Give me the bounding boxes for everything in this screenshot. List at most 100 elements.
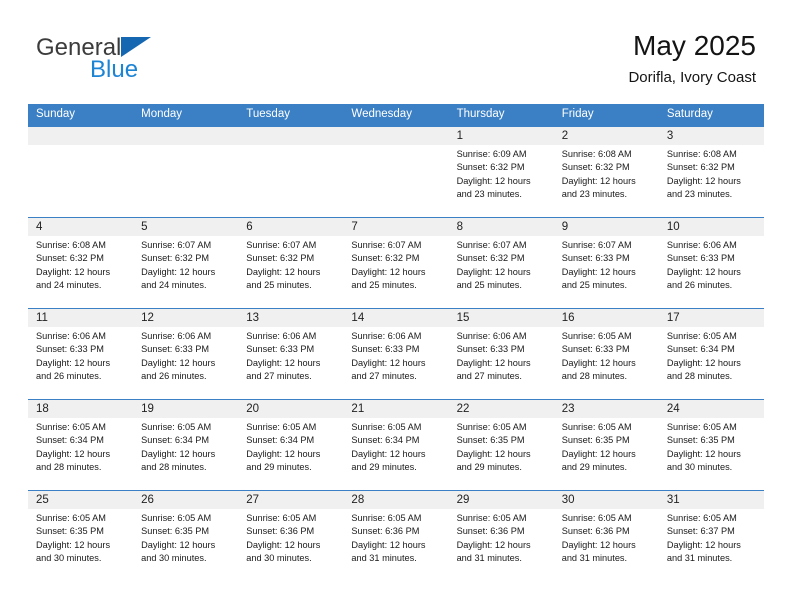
- calendar-day-cell[interactable]: 18 Sunrise: 6:05 AM Sunset: 6:34 PM Dayligh…: [28, 399, 134, 491]
- daylight-duration-line1: Daylight: 12 hours: [351, 266, 426, 277]
- daylight-duration-line2: and 30 minutes.: [141, 552, 207, 563]
- sunrise-time: Sunrise: 6:08 AM: [666, 149, 737, 159]
- daylight-duration-line1: Daylight: 12 hours: [666, 448, 741, 459]
- sunset-time: Sunset: 6:34 PM: [351, 435, 420, 446]
- daylight-duration-line1: Daylight: 12 hours: [351, 539, 426, 550]
- daylight-duration-line2: and 28 minutes.: [561, 370, 628, 381]
- day-number: [343, 127, 449, 145]
- triangle-logo-icon: [121, 37, 152, 57]
- day-number: 18: [28, 400, 134, 418]
- calendar-day-cell[interactable]: 3 Sunrise: 6:08 AM Sunset: 6:32 PM Daylight…: [658, 126, 764, 218]
- calendar-day-cell[interactable]: 1 Sunrise: 6:09 AM Sunset: 6:32 PM Daylight…: [448, 126, 554, 218]
- day-number: 30: [553, 491, 659, 509]
- calendar-day-cell[interactable]: 23 Sunrise: 6:05 AM Sunset: 6:35 PM Dayligh…: [553, 399, 659, 491]
- calendar-day-cell[interactable]: 4 Sunrise: 6:08 AM Sunset: 6:32 PM Daylight…: [28, 217, 134, 309]
- day-details: Sunrise: 6:06 AM Sunset: 6:33 PM Daylight:…: [449, 327, 554, 383]
- calendar-day-cell[interactable]: 6 Sunrise: 6:07 AM Sunset: 6:32 PM Daylight…: [238, 217, 344, 309]
- calendar-day-cell[interactable]: 5 Sunrise: 6:07 AM Sunset: 6:32 PM Daylight…: [133, 217, 239, 309]
- sunset-time: Sunset: 6:36 PM: [351, 526, 420, 537]
- calendar-week-row: 1 Sunrise: 6:09 AM Sunset: 6:32 PM Daylight…: [28, 126, 764, 218]
- calendar-day-cell[interactable]: 14 Sunrise: 6:06 AM Sunset: 6:33 PM Dayligh…: [343, 308, 449, 400]
- day-number: [133, 127, 239, 145]
- calendar-day-cell[interactable]: 19 Sunrise: 6:05 AM Sunset: 6:34 PM Dayligh…: [133, 399, 239, 491]
- day-details: Sunrise: 6:05 AM Sunset: 6:36 PM Daylight:…: [449, 509, 554, 565]
- day-details: Sunrise: 6:06 AM Sunset: 6:33 PM Daylight:…: [133, 327, 238, 383]
- day-number: 1: [448, 127, 554, 145]
- calendar-day-cell[interactable]: 24 Sunrise: 6:05 AM Sunset: 6:35 PM Dayligh…: [658, 399, 764, 491]
- sunset-time: Sunset: 6:35 PM: [456, 435, 525, 446]
- day-details: Sunrise: 6:05 AM Sunset: 6:37 PM Daylight:…: [659, 509, 764, 565]
- daylight-duration-line1: Daylight: 12 hours: [246, 357, 321, 368]
- daylight-duration-line2: and 24 minutes.: [36, 279, 102, 290]
- sunset-time: Sunset: 6:35 PM: [36, 526, 104, 537]
- sunrise-time: Sunrise: 6:05 AM: [666, 331, 737, 341]
- calendar-day-cell[interactable]: 13 Sunrise: 6:06 AM Sunset: 6:33 PM Dayligh…: [238, 308, 344, 400]
- calendar-day-cell[interactable]: 28 Sunrise: 6:05 AM Sunset: 6:36 PM Dayligh…: [343, 490, 449, 581]
- day-details: Sunrise: 6:08 AM Sunset: 6:32 PM Daylight:…: [554, 145, 659, 201]
- sunrise-time: Sunrise: 6:05 AM: [246, 513, 317, 523]
- daylight-duration-line2: and 23 minutes.: [666, 188, 733, 199]
- calendar-day-cell[interactable]: 12 Sunrise: 6:06 AM Sunset: 6:33 PM Dayligh…: [133, 308, 239, 400]
- day-number: 21: [343, 400, 449, 418]
- calendar-day-cell[interactable]: 17 Sunrise: 6:05 AM Sunset: 6:34 PM Dayligh…: [658, 308, 764, 400]
- calendar-day-cell-empty: [238, 126, 344, 218]
- daylight-duration-line2: and 28 minutes.: [666, 370, 733, 381]
- daylight-duration-line1: Daylight: 12 hours: [246, 448, 321, 459]
- daylight-duration-line2: and 28 minutes.: [36, 461, 102, 472]
- day-number: 4: [28, 218, 134, 236]
- daylight-duration-line2: and 25 minutes.: [351, 279, 417, 290]
- calendar-day-cell[interactable]: 26 Sunrise: 6:05 AM Sunset: 6:35 PM Dayligh…: [133, 490, 239, 581]
- calendar-day-cell[interactable]: 11 Sunrise: 6:06 AM Sunset: 6:33 PM Dayligh…: [28, 308, 134, 400]
- daylight-duration-line2: and 29 minutes.: [351, 461, 417, 472]
- calendar-day-cell[interactable]: 30 Sunrise: 6:05 AM Sunset: 6:36 PM Dayligh…: [553, 490, 659, 581]
- brand-logo[interactable]: General Blue: [36, 36, 276, 82]
- sunrise-time: Sunrise: 6:05 AM: [141, 422, 212, 432]
- calendar-day-cell[interactable]: 21 Sunrise: 6:05 AM Sunset: 6:34 PM Dayligh…: [343, 399, 449, 491]
- sunset-time: Sunset: 6:32 PM: [561, 162, 630, 173]
- sunrise-time: Sunrise: 6:05 AM: [36, 513, 106, 523]
- calendar-day-cell[interactable]: 20 Sunrise: 6:05 AM Sunset: 6:34 PM Dayligh…: [238, 399, 344, 491]
- day-number: 12: [133, 309, 239, 327]
- calendar-day-cell[interactable]: 31 Sunrise: 6:05 AM Sunset: 6:37 PM Dayligh…: [658, 490, 764, 581]
- day-number: 13: [238, 309, 344, 327]
- day-number: 23: [553, 400, 659, 418]
- day-details: Sunrise: 6:05 AM Sunset: 6:34 PM Daylight:…: [133, 418, 238, 474]
- calendar-day-cell[interactable]: 16 Sunrise: 6:05 AM Sunset: 6:33 PM Dayligh…: [553, 308, 659, 400]
- sunrise-time: Sunrise: 6:05 AM: [456, 513, 527, 523]
- daylight-duration-line1: Daylight: 12 hours: [561, 357, 636, 368]
- sunrise-time: Sunrise: 6:05 AM: [666, 422, 737, 432]
- sunset-time: Sunset: 6:33 PM: [561, 253, 630, 264]
- calendar-day-cell[interactable]: 27 Sunrise: 6:05 AM Sunset: 6:36 PM Dayligh…: [238, 490, 344, 581]
- calendar-day-cell[interactable]: 8 Sunrise: 6:07 AM Sunset: 6:32 PM Daylight…: [448, 217, 554, 309]
- calendar-day-cell[interactable]: 9 Sunrise: 6:07 AM Sunset: 6:33 PM Daylight…: [553, 217, 659, 309]
- sunrise-time: Sunrise: 6:08 AM: [36, 240, 106, 250]
- daylight-duration-line1: Daylight: 12 hours: [36, 448, 111, 459]
- sunrise-time: Sunrise: 6:05 AM: [561, 331, 632, 341]
- sunset-time: Sunset: 6:34 PM: [36, 435, 104, 446]
- calendar-day-cell[interactable]: 22 Sunrise: 6:05 AM Sunset: 6:35 PM Dayligh…: [448, 399, 554, 491]
- calendar-day-cell[interactable]: 2 Sunrise: 6:08 AM Sunset: 6:32 PM Daylight…: [553, 126, 659, 218]
- calendar-day-cell[interactable]: 25 Sunrise: 6:05 AM Sunset: 6:35 PM Dayligh…: [28, 490, 134, 581]
- calendar-day-cell[interactable]: 10 Sunrise: 6:06 AM Sunset: 6:33 PM Dayligh…: [658, 217, 764, 309]
- sunset-time: Sunset: 6:36 PM: [456, 526, 525, 537]
- calendar-day-cell[interactable]: 29 Sunrise: 6:05 AM Sunset: 6:36 PM Dayligh…: [448, 490, 554, 581]
- day-details: Sunrise: 6:06 AM Sunset: 6:33 PM Daylight:…: [659, 236, 764, 292]
- sunset-time: Sunset: 6:32 PM: [456, 162, 525, 173]
- calendar-day-cell-empty: [133, 126, 239, 218]
- daylight-duration-line2: and 30 minutes.: [36, 552, 102, 563]
- day-number: 19: [133, 400, 239, 418]
- daylight-duration-line1: Daylight: 12 hours: [456, 448, 531, 459]
- sunset-time: Sunset: 6:32 PM: [666, 162, 735, 173]
- calendar-day-cell[interactable]: 15 Sunrise: 6:06 AM Sunset: 6:33 PM Dayligh…: [448, 308, 554, 400]
- daylight-duration-line1: Daylight: 12 hours: [561, 175, 636, 186]
- daylight-duration-line2: and 29 minutes.: [561, 461, 628, 472]
- calendar-day-cell-empty: [343, 126, 449, 218]
- daylight-duration-line1: Daylight: 12 hours: [666, 357, 741, 368]
- day-details: Sunrise: 6:05 AM Sunset: 6:34 PM Daylight:…: [28, 418, 133, 474]
- daylight-duration-line1: Daylight: 12 hours: [561, 448, 636, 459]
- daylight-duration-line1: Daylight: 12 hours: [561, 266, 636, 277]
- daylight-duration-line1: Daylight: 12 hours: [666, 266, 741, 277]
- daylight-duration-line2: and 26 minutes.: [666, 279, 733, 290]
- day-details: Sunrise: 6:05 AM Sunset: 6:34 PM Daylight:…: [659, 327, 764, 383]
- calendar-day-cell[interactable]: 7 Sunrise: 6:07 AM Sunset: 6:32 PM Daylight…: [343, 217, 449, 309]
